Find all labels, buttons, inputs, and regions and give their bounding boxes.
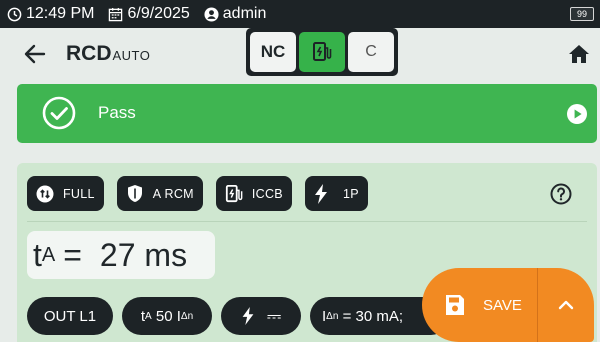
param-trip-value-sub: Δn xyxy=(180,310,194,322)
chip-a-rcm[interactable]: A RCM xyxy=(116,176,203,211)
time-text: 12:49 PM xyxy=(26,5,95,22)
param-trip-sub: A xyxy=(145,310,152,322)
date: 6/9/2025 xyxy=(108,5,190,23)
divider xyxy=(27,221,587,222)
param-trip-time[interactable]: tA 50 I Δn xyxy=(122,297,212,335)
screen: 12:49 PM 6/9/2025 admin 99 RCDAUTO NC C xyxy=(0,0,600,342)
clock: 12:49 PM xyxy=(7,5,94,23)
measurement-result: 27 ms xyxy=(99,236,188,273)
param-waveform[interactable]: ⎓ xyxy=(221,297,301,335)
chip-iccb-label: ICCB xyxy=(251,186,283,201)
check-circle-icon xyxy=(42,96,76,130)
calendar-icon xyxy=(109,7,123,21)
help-icon[interactable] xyxy=(550,183,572,205)
result-status: Pass xyxy=(98,103,136,122)
lightning-icon xyxy=(242,307,254,325)
mode-c[interactable]: C xyxy=(348,32,394,72)
back-arrow-icon[interactable] xyxy=(22,42,48,66)
chip-a-rcm-label: A RCM xyxy=(152,186,194,201)
play-icon[interactable] xyxy=(566,103,588,125)
save-fab: SAVE xyxy=(422,268,594,342)
measurement-value: tA = 27 ms xyxy=(27,231,215,279)
chip-iccb[interactable]: ICCB xyxy=(215,176,292,211)
page-title: RCDAUTO xyxy=(66,42,150,66)
home-icon[interactable] xyxy=(568,44,590,64)
chip-full-label: FULL xyxy=(63,186,95,201)
mode-nc[interactable]: NC xyxy=(250,32,296,72)
measurement-symbol: t xyxy=(33,236,42,273)
full-icon xyxy=(36,185,54,202)
chip-1p[interactable]: 1P xyxy=(304,176,368,211)
chevron-up-icon[interactable] xyxy=(557,296,575,314)
param-output-label: OUT L1 xyxy=(43,307,97,325)
clock-icon xyxy=(7,7,22,21)
save-button[interactable]: SAVE xyxy=(422,268,537,342)
date-text: 6/9/2025 xyxy=(127,5,190,22)
mode-nc-label: NC xyxy=(260,42,286,61)
page-title-sub: AUTO xyxy=(112,48,151,63)
measurement-equals: = xyxy=(63,236,82,273)
chip-1p-label: 1P xyxy=(342,186,359,201)
ev-charger-icon xyxy=(225,184,243,202)
battery-indicator: 99 xyxy=(570,7,594,21)
parameter-chips: OUT L1 tA 50 I Δn ⎓ I Δn = 30 mA; xyxy=(27,297,450,335)
mode-selector: NC C xyxy=(246,28,398,76)
config-chips: FULL A RCM ICCB 1P xyxy=(27,176,368,211)
page-title-main: RCD xyxy=(66,42,112,65)
param-output[interactable]: OUT L1 xyxy=(27,297,113,335)
shield-icon xyxy=(127,185,142,202)
user-icon xyxy=(204,6,219,22)
mode-ev-charger[interactable] xyxy=(299,32,345,72)
save-icon xyxy=(446,295,464,315)
save-label: SAVE xyxy=(483,297,522,314)
param-i-value: = 30 mA; xyxy=(342,307,404,325)
app-header: RCDAUTO NC C xyxy=(0,28,600,80)
fab-separator xyxy=(537,268,538,342)
mode-c-label: C xyxy=(365,43,377,60)
measurement-subscript: A xyxy=(41,243,56,266)
ev-charger-icon xyxy=(313,42,332,61)
user-text: admin xyxy=(222,5,267,22)
chip-full[interactable]: FULL xyxy=(27,176,104,211)
status-bar: 12:49 PM 6/9/2025 admin 99 xyxy=(0,0,600,28)
param-dc-symbol: ⎓ xyxy=(266,305,282,326)
user: admin xyxy=(204,5,267,23)
param-trip-value: 50 I xyxy=(155,307,181,325)
param-i-sub: Δn xyxy=(326,310,339,322)
lightning-icon xyxy=(314,183,327,204)
result-banner[interactable]: Pass xyxy=(17,84,597,143)
battery-level: 99 xyxy=(576,9,587,19)
